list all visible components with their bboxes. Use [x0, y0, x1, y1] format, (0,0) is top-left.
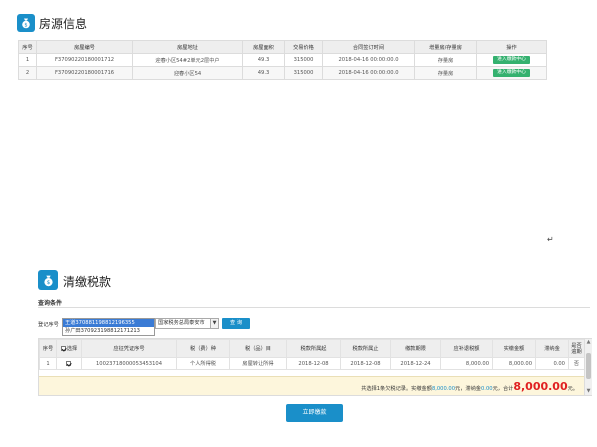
tax-table: 序号 选择 应征凭证序号 税（费）种 税（品）目 税款所属起 税款所属止 缴款期… [39, 339, 585, 370]
column-header: 房屋面积 [242, 40, 285, 54]
column-header: 税款所属止 [340, 339, 391, 358]
amount-due: 8,000.00 [440, 357, 493, 370]
chevron-up-icon[interactable]: ▲ [585, 339, 592, 346]
row-checkbox[interactable] [66, 360, 71, 366]
property-table-header: 序号 房屋编号 房屋地址 房屋面积 交易价格 合同签订时间 增量房/存量房 操作 [18, 40, 547, 54]
house-type: 存量房 [414, 66, 477, 80]
column-header: 增量房/存量房 [414, 40, 477, 54]
column-header: 房屋地址 [132, 40, 243, 54]
tax-office-value: 国家税务总局泰安市 [158, 320, 205, 326]
taxpayer-id-listbox[interactable]: 王道370881198812196355 孙广田3709231988121712… [62, 318, 155, 336]
late-fee: 0.00 [535, 357, 569, 370]
period-end: 2018-12-08 [340, 357, 391, 370]
row-index: 1 [18, 53, 37, 67]
column-header: 序号 [18, 40, 37, 54]
taxpayer-option[interactable]: 王道370881198812196355 [63, 319, 154, 327]
column-header: 税款所属起 [286, 339, 341, 358]
contract-time: 2018-04-16 00:00:00.0 [322, 66, 415, 80]
column-header: 合同签订时间 [322, 40, 415, 54]
trade-price: 315000 [284, 66, 323, 80]
enter-payment-center-button[interactable]: 进入缴款中心 [493, 56, 530, 64]
query-conditions-label: 查询条件 [38, 300, 63, 307]
svg-text:$: $ [46, 280, 49, 286]
column-header: 应征凭证序号 [81, 339, 177, 358]
row-index: 1 [39, 357, 57, 370]
svg-text:$: $ [24, 22, 27, 28]
period-start: 2018-12-08 [286, 357, 341, 370]
tax-table-header: 序号 选择 应征凭证序号 税（费）种 税（品）目 税款所属起 税款所属止 缴款期… [39, 339, 585, 358]
taxpayer-option[interactable]: 孙广田370923198812171213 [63, 327, 154, 335]
text-cursor-mark: ↵ [547, 235, 554, 244]
column-header: 交易价格 [284, 40, 323, 54]
divider [38, 307, 590, 308]
column-header: 税（品）目 [229, 339, 287, 358]
column-header: 操作 [476, 40, 547, 54]
tax-section-title: 清缴税款 [63, 275, 112, 289]
table-row: 1 F37090220180001712 迎春小区54#2单元2层中户 49.3… [18, 53, 547, 67]
column-header: 税（费）种 [176, 339, 230, 358]
select-all-checkbox[interactable] [60, 346, 66, 351]
money-bag-icon: $ [17, 14, 35, 32]
summary-paid-amount: 8,000.00 [431, 386, 456, 392]
action-cell: 进入缴款中心 [476, 66, 547, 80]
house-area: 49.3 [242, 53, 285, 67]
chevron-down-icon[interactable]: ▼ [210, 319, 218, 328]
summary-prefix: 共选择1条欠税记录。实缴金额 [361, 386, 432, 392]
house-number: F37090220180001716 [36, 66, 133, 80]
summary-suffix: 元。 [567, 386, 578, 392]
tax-type: 个人所得税 [176, 357, 230, 370]
column-header: 实缴金额 [492, 339, 536, 358]
column-header: 缴款期限 [390, 339, 441, 358]
column-header: 是否逾期 [568, 339, 585, 358]
select-all-label: 选择 [66, 346, 78, 352]
property-section-title: 房源信息 [39, 17, 88, 31]
paid-amount: 8,000.00 [492, 357, 536, 370]
summary-bar: 共选择1条欠税记录。实缴金额8,000.00元，滞纳金0.00元，合计8,000… [39, 376, 584, 395]
column-header: 应补退税额 [440, 339, 493, 358]
reg-no-label: 登记序号 [38, 322, 59, 328]
money-bag-icon: $ [38, 270, 58, 290]
page: $ 房源信息 序号 房屋编号 房屋地址 房屋面积 交易价格 合同签订时间 增量房… [0, 0, 597, 447]
select-all-header: 选择 [56, 339, 82, 358]
tax-item: 房屋转让所得 [229, 357, 287, 370]
voucher-number: 10023718000053453104 [81, 357, 177, 370]
column-header: 滞纳金 [535, 339, 569, 358]
house-area: 49.3 [242, 66, 285, 80]
action-cell: 进入缴款中心 [476, 53, 547, 67]
summary-late-amount: 0.00 [481, 386, 493, 392]
table-row: 1 10023718000053453104 个人所得税 房屋转让所得 2018… [39, 357, 585, 370]
contract-time: 2018-04-16 00:00:00.0 [322, 53, 415, 67]
overdue-flag: 否 [568, 357, 585, 370]
due-date: 2018-12-24 [390, 357, 441, 370]
table-row: 2 F37090220180001716 迎春小区54 49.3 315000 … [18, 66, 547, 80]
house-type: 存量房 [414, 53, 477, 67]
enter-payment-center-button[interactable]: 进入缴款中心 [493, 69, 530, 77]
column-header: 房屋编号 [36, 40, 133, 54]
tax-table-container: 序号 选择 应征凭证序号 税（费）种 税（品）目 税款所属起 税款所属止 缴款期… [38, 338, 592, 396]
select-cell [56, 357, 82, 370]
summary-mid1: 元，滞纳金 [455, 386, 481, 392]
pay-now-button[interactable]: 立即缴款 [286, 404, 343, 422]
house-address: 迎春小区54 [132, 66, 243, 80]
summary-total: 8,000.00 [513, 380, 568, 393]
trade-price: 315000 [284, 53, 323, 67]
property-table: 序号 房屋编号 房屋地址 房屋面积 交易价格 合同签订时间 增量房/存量房 操作… [18, 40, 547, 80]
scrollbar-thumb[interactable] [586, 353, 591, 379]
query-button[interactable]: 查 询 [222, 318, 250, 329]
row-index: 2 [18, 66, 37, 80]
tax-office-select[interactable]: 国家税务总局泰安市 ▼ [155, 318, 219, 329]
house-number: F37090220180001712 [36, 53, 133, 67]
chevron-down-icon[interactable]: ▼ [585, 388, 592, 395]
house-address: 迎春小区54#2单元2层中户 [132, 53, 243, 67]
summary-mid2: 元，合计 [492, 386, 514, 392]
column-header: 序号 [39, 339, 57, 358]
vertical-scrollbar[interactable]: ▲ ▼ [584, 339, 592, 395]
